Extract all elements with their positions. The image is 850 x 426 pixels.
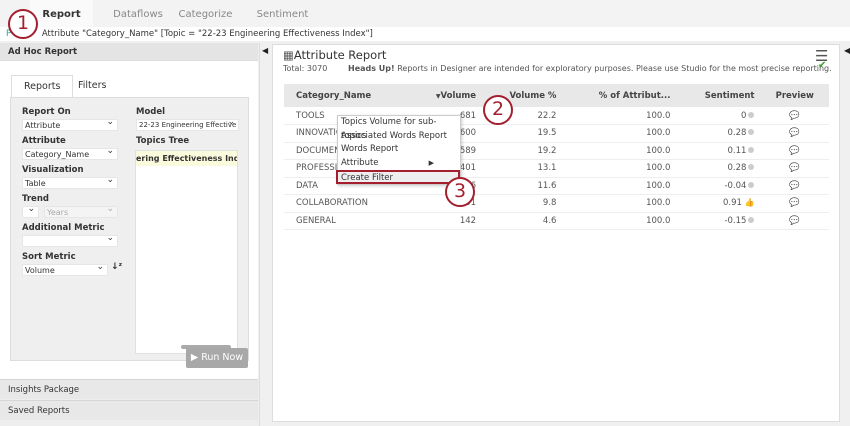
menu-attribute[interactable]: Attribute▶ (338, 157, 460, 171)
label: Topics Tree (136, 136, 189, 146)
cell: 11.6 (482, 177, 562, 195)
run-now-label: Run Now (201, 352, 243, 363)
play-icon: ▶ (191, 352, 201, 363)
cell-sentiment: 0.11 (676, 142, 760, 160)
cell: 13.1 (482, 160, 562, 178)
cell-sentiment: 0.28 (676, 160, 760, 178)
ad-hoc-body: Reports Filters Report On Attribute Attr… (0, 61, 258, 379)
cell: 100.0 (562, 142, 676, 160)
additional-metric-select[interactable] (22, 235, 118, 247)
cell: 100.0 (562, 212, 676, 230)
neutral-icon (748, 112, 754, 118)
menu-create-filter[interactable]: Create Filter (336, 170, 460, 184)
col-sentiment[interactable]: Sentiment (676, 84, 760, 107)
cell-sentiment: 0.91 👍 (676, 195, 760, 213)
tab-categorize[interactable]: Categorize (163, 0, 248, 27)
cell: 100.0 (562, 125, 676, 143)
label: Trend (22, 194, 49, 204)
report-panel: ▦Attribute Report Total: 3070 Heads Up! … (272, 44, 840, 422)
label: Additional Metric (22, 223, 105, 233)
cell: 4.6 (482, 212, 562, 230)
cell: 100.0 (562, 195, 676, 213)
collapse-right-icon[interactable]: ◀ (844, 46, 850, 55)
saved-reports-section[interactable]: Saved Reports (0, 400, 258, 420)
preview-icon[interactable]: 💬 (760, 142, 829, 160)
cell[interactable]: GENERAL (284, 212, 411, 230)
cell: 19.5 (482, 125, 562, 143)
neutral-icon (748, 164, 754, 170)
cell-sentiment: -0.15 (676, 212, 760, 230)
preview-icon[interactable]: 💬 (760, 212, 829, 230)
grid-icon: ▦ (283, 48, 294, 62)
label: Visualization (22, 165, 84, 175)
neutral-icon (748, 217, 754, 223)
sort-metric-select[interactable]: Volume (22, 264, 108, 276)
model-select[interactable]: 22-23 Engineering Effective (136, 119, 239, 131)
preview-icon[interactable]: 💬 (760, 160, 829, 178)
label: Model (136, 107, 165, 117)
report-on-select[interactable]: Attribute (22, 119, 118, 131)
table-row[interactable]: GENERAL1424.6100.0-0.15💬 (284, 212, 829, 230)
report-title: ▦Attribute Report (283, 48, 386, 62)
cell: 100.0 (562, 177, 676, 195)
insights-package-section[interactable]: Insights Package (0, 379, 258, 399)
tab-report[interactable]: Report (30, 0, 93, 27)
heads-up-notice: Heads Up! Reports in Designer are intend… (348, 64, 832, 73)
trend-input[interactable] (22, 206, 39, 218)
col-preview[interactable]: Preview (760, 84, 829, 107)
sort-direction-icon[interactable]: ↓ᶻ (111, 262, 122, 272)
breadcrumb-text: Attribute "Category_Name" [Topic = "22-2… (42, 29, 373, 39)
top-tabs: Report Dataflows Categorize Sentiment (0, 0, 850, 27)
cell-sentiment: -0.04 (676, 177, 760, 195)
cell: 142 (411, 212, 482, 230)
topic-node[interactable]: ering Effectiveness Index (136, 151, 237, 166)
run-now-button[interactable]: ▶ Run Now (186, 348, 248, 368)
subtab-reports[interactable]: Reports (11, 75, 73, 97)
collapse-left-icon[interactable]: ◀ (262, 46, 268, 55)
neutral-icon (748, 129, 754, 135)
preview-icon[interactable]: 💬 (760, 195, 829, 213)
preview-icon[interactable]: 💬 (760, 107, 829, 125)
breadcrumb: P Attribute "Category_Name" [Topic = "22… (0, 27, 850, 41)
preview-icon[interactable]: 💬 (760, 125, 829, 143)
trend-select[interactable]: Years (44, 206, 118, 218)
context-menu: Topics Volume for sub-topics Associated … (337, 115, 461, 185)
check-icon: ✔ (818, 60, 826, 71)
cell-sentiment: 0.28 (676, 125, 760, 143)
cell: 9.8 (482, 195, 562, 213)
callout-2: 2 (483, 95, 513, 125)
neutral-icon (748, 182, 754, 188)
tab-sentiment[interactable]: Sentiment (240, 0, 325, 27)
callout-1: 1 (8, 9, 38, 39)
menu-associated-words[interactable]: Associated Words Report (338, 130, 460, 144)
attribute-select[interactable]: Category_Name (22, 148, 118, 160)
label: Report On (22, 107, 71, 117)
cell[interactable]: COLLABORATION (284, 195, 411, 213)
preview-icon[interactable]: 💬 (760, 177, 829, 195)
cell: 100.0 (562, 160, 676, 178)
menu-topics-volume[interactable]: Topics Volume for sub-topics (338, 116, 460, 130)
total-count: Total: 3070 (283, 64, 327, 73)
neutral-icon (748, 147, 754, 153)
callout-3: 3 (445, 177, 475, 207)
cell: 100.0 (562, 107, 676, 125)
cell: 19.2 (482, 142, 562, 160)
visualization-select[interactable]: Table (22, 177, 118, 189)
report-settings: Report On Attribute Attribute Category_N… (10, 97, 249, 361)
submenu-arrow-icon: ▶ (429, 157, 434, 171)
subtab-filters[interactable]: Filters (66, 75, 118, 97)
label: Sort Metric (22, 252, 76, 262)
menu-words-report[interactable]: Words Report (338, 143, 460, 157)
cell-sentiment: 0 (676, 107, 760, 125)
panel-title: Ad Hoc Report (0, 43, 258, 61)
col-category[interactable]: Category_Name (284, 84, 411, 107)
topics-tree: ering Effectiveness Index (135, 150, 238, 354)
table-row[interactable]: COLLABORATION3019.8100.00.91 👍💬 (284, 195, 829, 213)
col-pct-attribute[interactable]: % of Attribut... (562, 84, 676, 107)
col-volume[interactable]: ▼Volume (411, 84, 482, 107)
label: Attribute (22, 136, 66, 146)
left-panel: Ad Hoc Report Reports Filters Report On … (0, 43, 260, 426)
thumbs-up-icon: 👍 (742, 198, 755, 207)
